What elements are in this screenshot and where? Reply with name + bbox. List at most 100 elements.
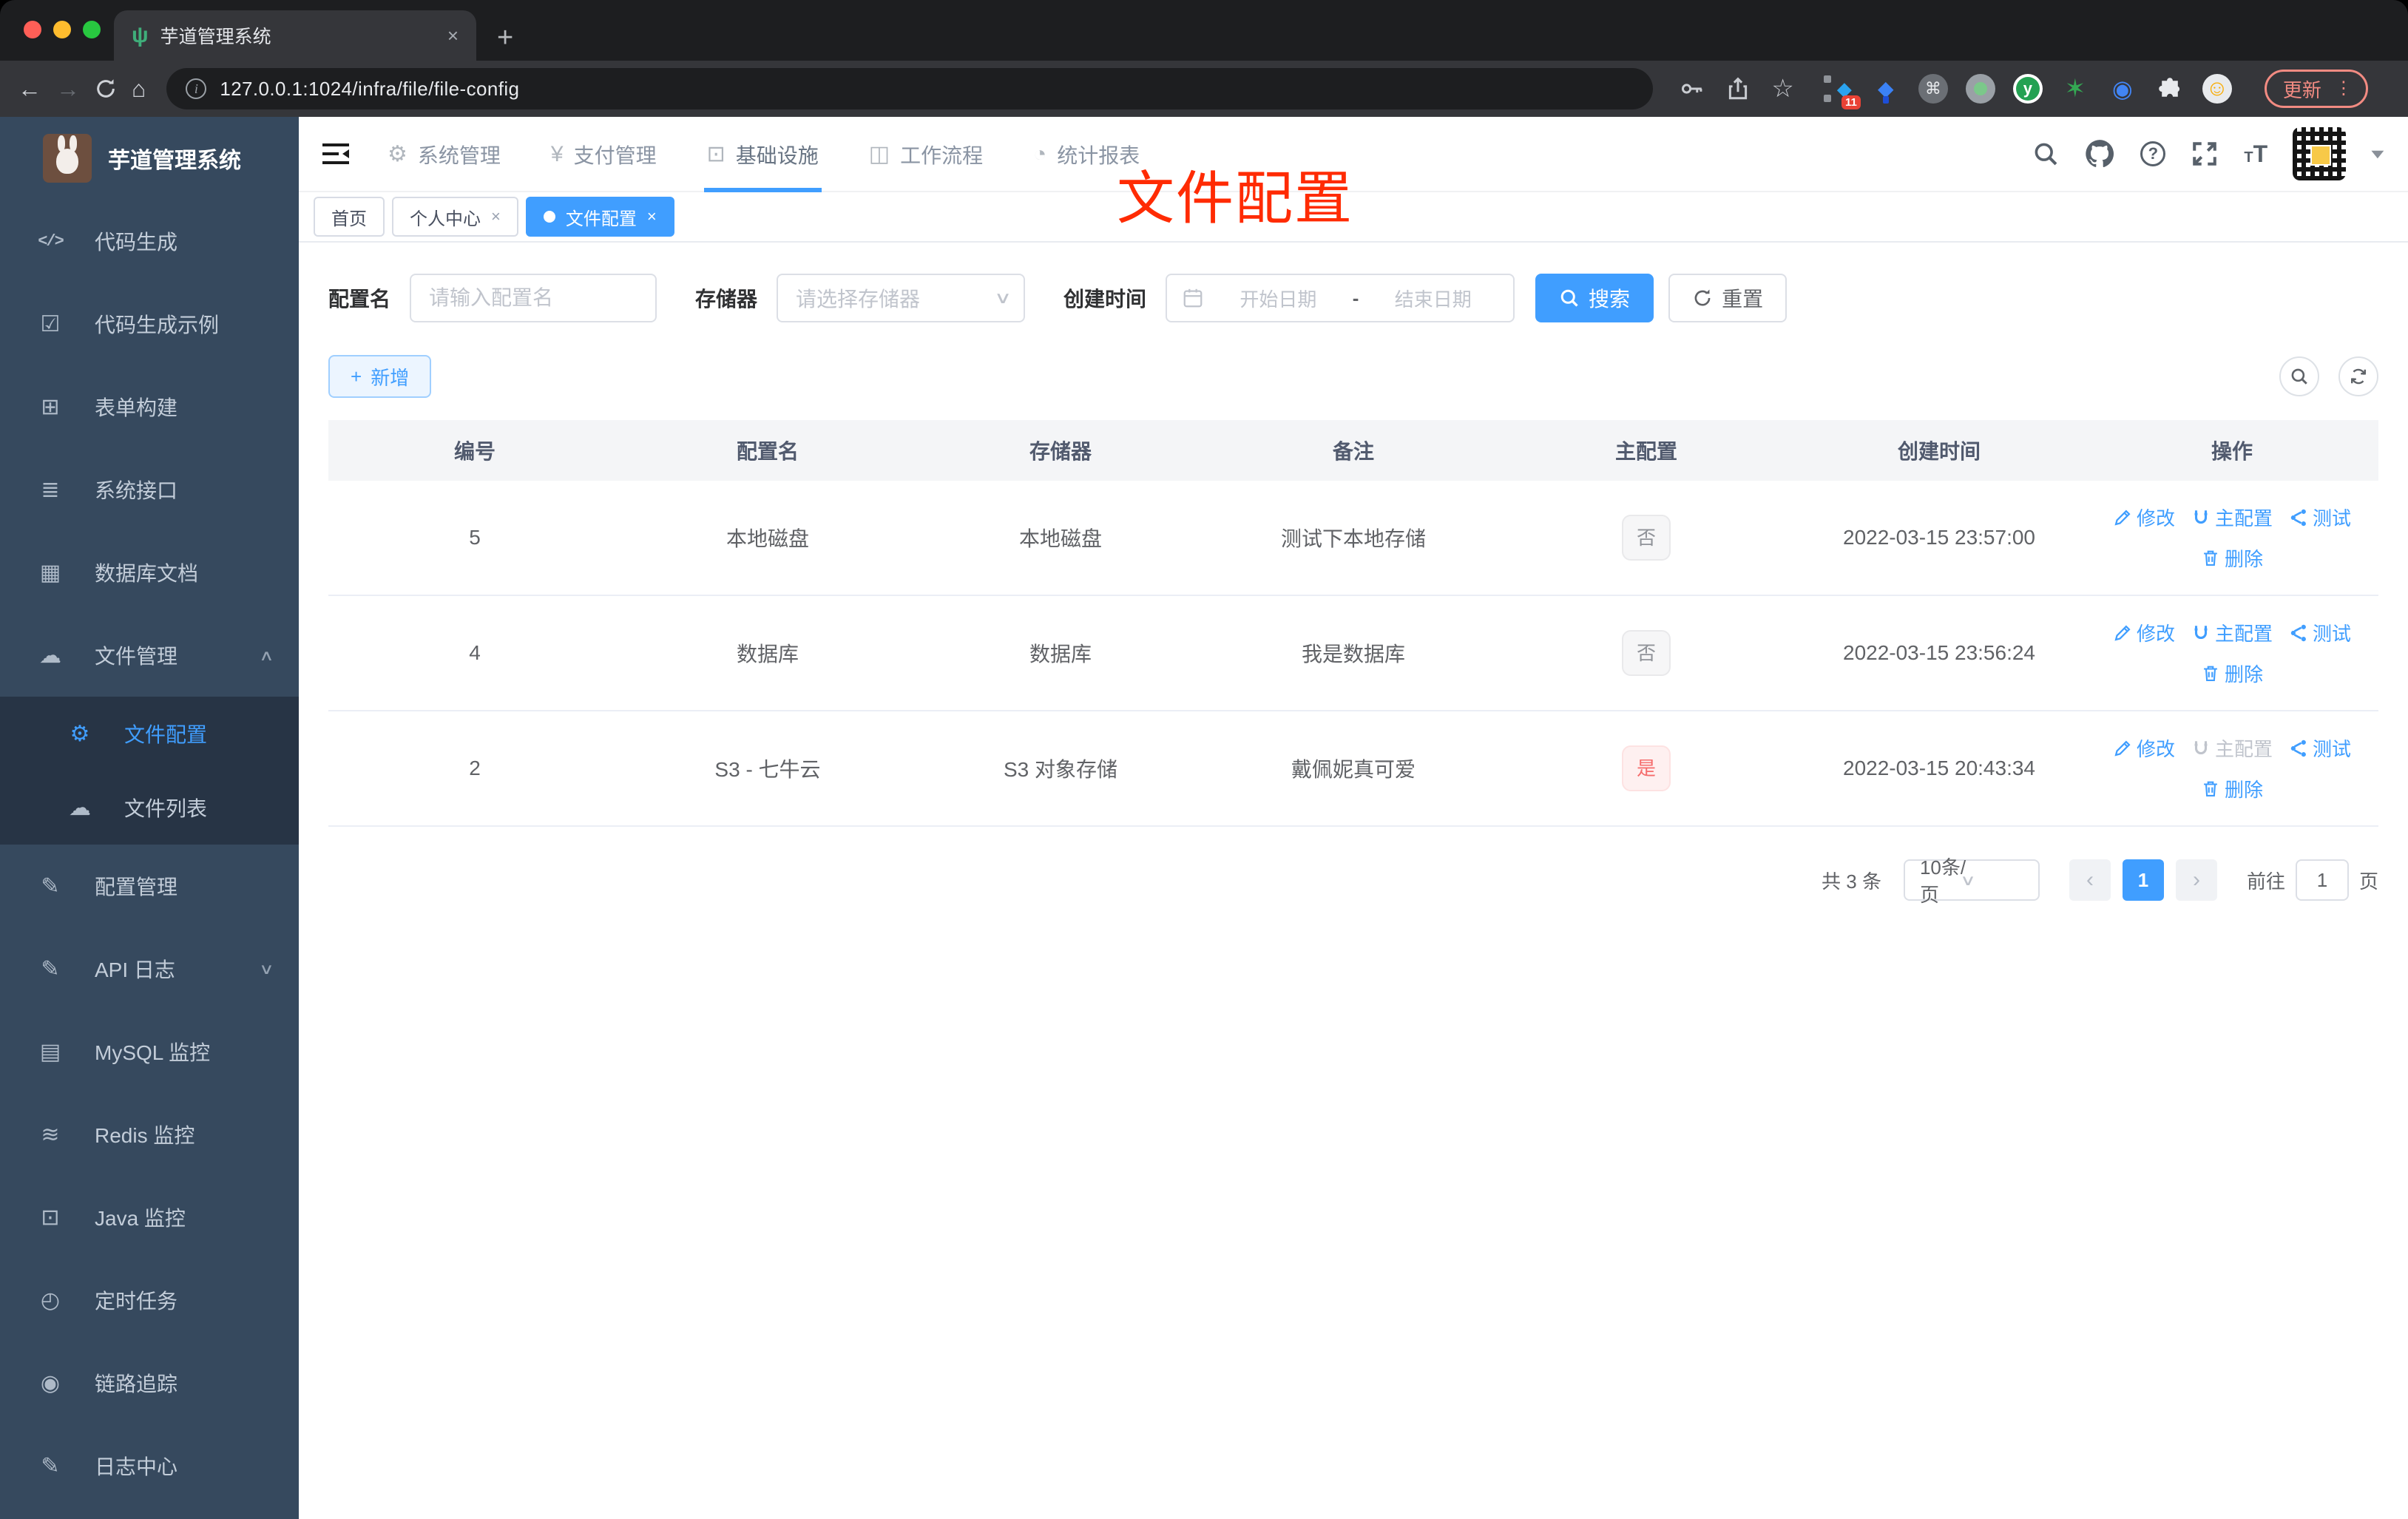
add-button[interactable]: + 新增 [328,355,432,398]
topnav-item-工作流程[interactable]: ◫ 工作流程 [869,117,983,192]
sidebar-item-链路追踪[interactable]: ◉ 链路追踪 [0,1342,299,1424]
next-page-button[interactable]: › [2175,859,2217,901]
tag-tab-个人中心[interactable]: 个人中心 × [392,197,518,237]
site-favicon-icon: ψ [132,23,149,47]
table-refresh-icon[interactable] [2338,356,2378,396]
avatar-dropdown-icon[interactable]: ▼ [2367,146,2389,162]
sidebar-item-文件列表[interactable]: ☁ 文件列表 [0,771,299,845]
pinned-extension-icon[interactable]: ◆ 11 [1823,74,1861,109]
browser-menu-icon[interactable]: ⋮ [2335,79,2353,98]
reload-icon[interactable] [95,78,117,100]
edit-link[interactable]: 修改 [2113,734,2175,762]
test-link[interactable]: 测试 [2289,504,2351,531]
chrome-update-button[interactable]: 更新 ⋮ [2264,70,2368,108]
sidebar-item-系统接口[interactable]: ≣ 系统接口 [0,448,299,531]
github-icon[interactable] [2084,138,2115,169]
master-config-link[interactable]: 主配置 [2191,504,2273,531]
page-size-select[interactable]: 10条/页 ∨ [1903,856,2040,906]
blue-eye-extension-icon[interactable]: ◉ [2108,74,2137,104]
reset-button[interactable]: 重置 [1668,274,1788,322]
sidebar-logo[interactable]: 芋道管理系统 [0,117,299,200]
delete-link[interactable]: 删除 [2201,660,2263,687]
sidebar-item-MySQL 监控[interactable]: ▤ MySQL 监控 [0,1010,299,1093]
edit-link[interactable]: 修改 [2113,619,2175,646]
delete-link[interactable]: 删除 [2201,775,2263,802]
balloon-extension-icon[interactable]: ◆ [1871,74,1901,104]
topnav-item-基础设施[interactable]: ⊡ 基础设施 [703,117,821,192]
green-star-extension-icon[interactable]: ✶ [2060,74,2090,104]
filter-form: 配置名 存储器 请选择存储器 ∨ 创建时间 开始日期 - 结束日期 [328,274,2378,322]
create-time-label: 创建时间 [1063,288,1147,311]
forward-icon[interactable]: → [56,77,80,101]
back-icon[interactable]: ← [18,77,41,101]
form-grid-icon: ⊞ [41,394,60,419]
config-name-input[interactable] [410,274,657,322]
extension-badge: 11 [1841,95,1861,109]
browser-tab[interactable]: ψ 芋道管理系统 × [114,10,476,61]
sidebar-item-代码生成[interactable]: </> 代码生成 [0,200,299,283]
fullscreen-icon[interactable] [2191,140,2219,168]
storage-select[interactable]: 请选择存储器 ∨ [777,274,1026,322]
log-center-icon: ✎ [41,1453,60,1478]
sidebar-item-Redis 监控[interactable]: ≋ Redis 监控 [0,1093,299,1176]
share-upload-icon[interactable] [1725,76,1751,101]
cell-actions: 修改 主配置 测试 删除 [2086,504,2378,572]
column-header: 备注 [1332,440,1374,463]
sidebar-item-API 日志[interactable]: ✎ API 日志 ∨ [0,927,299,1010]
collapse-sidebar-icon[interactable] [322,143,349,165]
actions-line-2: 删除 [2201,660,2263,687]
search-button[interactable]: 搜索 [1535,274,1654,322]
close-icon[interactable]: × [647,207,657,226]
sidebar-item-文件配置[interactable]: ⚙ 文件配置 [0,697,299,771]
url-bar[interactable]: i 127.0.0.1:1024/infra/file/file-config [166,68,1654,109]
close-icon[interactable]: × [491,207,501,226]
green-y-extension-icon[interactable]: y [2012,74,2043,104]
home-icon[interactable]: ⌂ [132,77,146,101]
current-page-button[interactable]: 1 [2122,859,2164,901]
puzzle-extension-icon[interactable] [2155,74,2185,104]
close-window-button[interactable] [24,21,41,38]
emoji-extension-icon[interactable]: ☺ [2202,74,2232,104]
tag-tab-首页[interactable]: 首页 [314,197,385,237]
new-tab-button[interactable]: + [497,24,513,52]
sidebar-item-日志中心[interactable]: ✎ 日志中心 [0,1424,299,1507]
bookmark-star-icon[interactable]: ☆ [1771,76,1793,101]
sidebar-item-定时任务[interactable]: ◴ 定时任务 [0,1259,299,1342]
minimize-window-button[interactable] [53,21,71,38]
cell-master: 否 [1500,515,1793,561]
sidebar-item-配置管理[interactable]: ✎ 配置管理 [0,845,299,927]
table-tools [2279,356,2378,396]
tag-tab-文件配置[interactable]: 文件配置 × [525,197,674,237]
user-avatar[interactable] [2293,127,2347,180]
sidebar-item-文件管理[interactable]: ☁ 文件管理 ∧ [0,614,299,697]
sidebar-item-数据库文档[interactable]: ▦ 数据库文档 [0,531,299,614]
edit-link[interactable]: 修改 [2113,504,2175,531]
delete-label: 删除 [2224,779,2263,801]
cell-name: 数据库 [736,643,799,666]
topnav-item-支付管理[interactable]: ¥ 支付管理 [551,117,657,192]
delete-link[interactable]: 删除 [2201,544,2263,572]
command-extension-icon[interactable]: ⌘ [1918,74,1948,104]
tab-close-icon[interactable]: × [447,24,459,47]
master-config-link[interactable]: 主配置 [2191,619,2273,646]
font-size-icon[interactable]: TT [2244,141,2267,168]
gray-dot-extension-icon[interactable] [1965,74,1995,104]
sidebar-item-label: 配置管理 [95,876,178,899]
help-icon[interactable]: ? [2140,141,2166,166]
table-search-icon[interactable] [2279,356,2319,396]
table-header: 编号 配置名 存储器 备注 主配置 创建时间 操作 [328,420,2378,481]
trace-eye-icon: ◉ [40,1370,61,1395]
sidebar-item-Java 监控[interactable]: ⊡ Java 监控 [0,1176,299,1259]
test-link[interactable]: 测试 [2289,734,2351,762]
sidebar-item-代码生成示例[interactable]: ☑ 代码生成示例 [0,283,299,365]
prev-page-button[interactable]: ‹ [2069,859,2111,901]
goto-page-input[interactable] [2295,859,2349,901]
topnav-item-系统管理[interactable]: ⚙ 系统管理 [388,117,501,192]
search-icon[interactable] [2032,141,2059,167]
zoom-window-button[interactable] [83,21,101,38]
date-range-picker[interactable]: 开始日期 - 结束日期 [1166,274,1515,322]
password-key-icon[interactable] [1680,76,1705,101]
site-info-icon[interactable]: i [186,78,207,99]
sidebar-item-表单构建[interactable]: ⊞ 表单构建 [0,365,299,448]
test-link[interactable]: 测试 [2289,619,2351,646]
